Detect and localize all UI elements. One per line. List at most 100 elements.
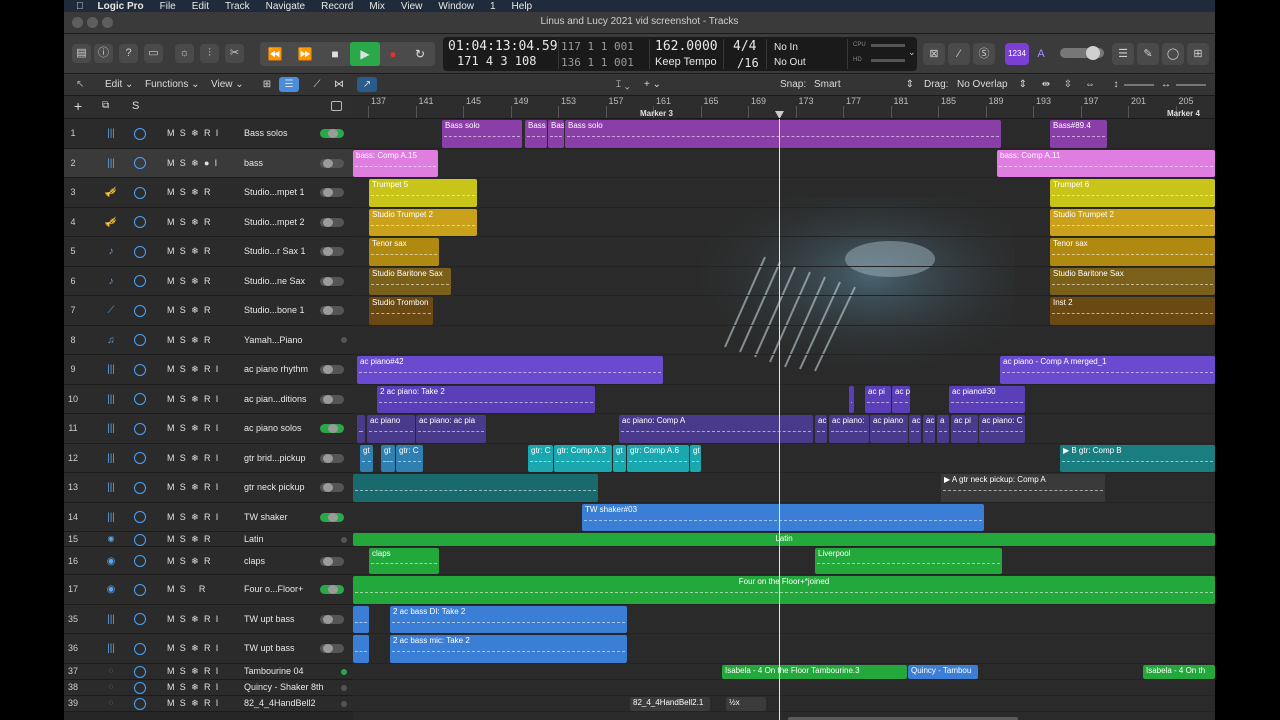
track-power-button[interactable] — [134, 613, 146, 626]
region[interactable]: 2 ac bass DI: Take 2 — [390, 605, 627, 633]
track-header[interactable]: 37 ◌ MS❄RI Tambourine 04 — [64, 663, 353, 680]
track-volume-fader[interactable] — [320, 556, 344, 566]
region[interactable]: ac pi — [951, 415, 978, 443]
region[interactable]: claps — [369, 548, 439, 574]
region[interactable]: 2 ac piano: Take 2 — [377, 385, 595, 413]
region[interactable]: Trumpet 6 — [1050, 179, 1215, 207]
snap-dropdown[interactable]: Smart ⇕ — [814, 79, 914, 90]
track-header[interactable]: 10 ||| MS❄RI ac pian...ditions — [64, 384, 353, 414]
functions-menu[interactable]: Functions ⌄ — [145, 79, 200, 90]
track-power-button[interactable] — [134, 665, 146, 678]
region[interactable]: Inst 2 — [1050, 297, 1215, 325]
track-name[interactable]: Studio...ne Sax — [244, 276, 305, 286]
notepad-icon[interactable]: ✎ — [1137, 43, 1159, 65]
region[interactable]: Studio Baritone Sax — [1050, 267, 1215, 295]
track-name[interactable]: TW shaker — [244, 512, 288, 522]
track-controls[interactable]: MS❄R — [167, 187, 216, 198]
fader-knob[interactable] — [322, 483, 333, 493]
track-volume-fader[interactable] — [320, 158, 344, 168]
region[interactable]: ac p — [892, 385, 910, 413]
region[interactable] — [353, 635, 369, 663]
track-volume-fader[interactable] — [320, 247, 344, 257]
fader-knob[interactable] — [322, 158, 333, 168]
track-name[interactable]: Studio...r Sax 1 — [244, 246, 306, 256]
track-controls[interactable]: MS❄R — [167, 305, 216, 316]
replace-icon[interactable]: ⊠ — [923, 43, 945, 65]
region[interactable]: a — [937, 415, 949, 443]
track-power-button[interactable] — [134, 363, 146, 376]
track-header[interactable]: 3 🎺 MS❄R Studio...mpet 1 — [64, 178, 353, 208]
chevron-down-icon[interactable]: ⌄ — [908, 47, 916, 58]
tempo-mode[interactable]: Keep Tempo — [655, 56, 717, 68]
fader-knob[interactable] — [322, 644, 333, 654]
menu-mix[interactable]: Mix — [361, 1, 393, 12]
fader-knob[interactable] — [322, 365, 333, 375]
track-volume-fader[interactable] — [320, 129, 344, 139]
region[interactable]: Bass solo — [442, 120, 522, 148]
region[interactable]: Studio Trumpet 2 — [1050, 208, 1215, 236]
track-power-button[interactable] — [134, 642, 146, 655]
region[interactable]: Tenor sax — [1050, 238, 1215, 266]
fader-knob[interactable] — [328, 512, 339, 522]
region[interactable]: Four on the Floor+*joined — [353, 576, 1215, 604]
menu-window[interactable]: Window — [430, 1, 482, 12]
track-volume-fader[interactable] — [320, 424, 344, 434]
region[interactable]: gt — [613, 444, 626, 472]
horizontal-zoom-icon[interactable]: ↔ — [1156, 77, 1176, 92]
menu-edit[interactable]: Edit — [184, 1, 217, 12]
region[interactable]: gtr: Comp A.6 — [627, 444, 689, 472]
track-power-button[interactable] — [134, 275, 146, 288]
rewind-button[interactable]: ⏪ — [260, 42, 290, 66]
pencil-tool-icon[interactable]: + ⌄ — [644, 79, 661, 90]
region[interactable]: ac piano#42 — [357, 356, 663, 384]
track-header[interactable]: 2 ||| MS❄●I bass — [64, 148, 353, 178]
track-power-button[interactable] — [134, 216, 146, 229]
region[interactable]: ½x — [726, 696, 766, 711]
region[interactable]: bass: Comp A.15 — [353, 149, 438, 177]
track-name[interactable]: Studio...mpet 1 — [244, 187, 305, 197]
track-controls[interactable]: MS❄RI — [167, 394, 224, 405]
editors-scissors-icon[interactable]: ✂ — [225, 44, 244, 63]
pointer-tool-icon[interactable]: 𝙸 ⌄ — [615, 79, 630, 90]
menu-help[interactable]: Help — [504, 1, 541, 12]
list-view-icon[interactable]: ☰ — [279, 77, 299, 92]
track-header[interactable]: 15 ◉ MS❄R Latin — [64, 532, 353, 547]
region[interactable]: Liverpool — [815, 548, 1002, 574]
region[interactable]: TW shaker#03 — [582, 503, 984, 531]
region[interactable]: Trumpet 5 — [369, 179, 477, 207]
track-controls[interactable]: MS❄RI — [167, 128, 224, 139]
region[interactable]: gtr: C — [528, 444, 553, 472]
forward-button[interactable]: ⏩ — [290, 42, 320, 66]
fader-knob[interactable] — [328, 424, 339, 434]
track-power-button[interactable] — [134, 393, 146, 406]
track-power-button[interactable] — [134, 681, 146, 694]
fader-knob[interactable] — [328, 129, 339, 139]
region[interactable]: ac — [923, 415, 935, 443]
region[interactable]: Studio Trombon — [369, 297, 433, 325]
region[interactable] — [357, 415, 365, 443]
master-volume-slider[interactable] — [1060, 46, 1104, 60]
fader-knob[interactable] — [322, 276, 333, 286]
vertical-zoom-icon[interactable]: ⇳ — [1058, 77, 1078, 92]
track-power-button[interactable] — [134, 533, 146, 546]
vertical-zoom-slider-icon[interactable]: ↕ — [1106, 77, 1126, 92]
region[interactable]: Bass#89.4 — [1050, 120, 1107, 148]
tempo-value[interactable]: 162.0000 — [655, 39, 718, 54]
track-power-button[interactable] — [134, 422, 146, 435]
track-power-button[interactable] — [134, 334, 146, 347]
automation-icon[interactable]: ⟋ — [307, 77, 327, 92]
track-name[interactable]: ac piano solos — [244, 423, 302, 433]
region[interactable]: ac piano — [870, 415, 908, 443]
track-power-button[interactable] — [134, 583, 146, 596]
track-header[interactable]: 13 ||| MS❄RI gtr neck pickup — [64, 473, 353, 503]
track-name[interactable]: ac pian...ditions — [244, 394, 307, 404]
inspector-icon[interactable]: ⓘ — [94, 44, 113, 63]
track-header[interactable]: 5 ♪ MS❄R Studio...r Sax 1 — [64, 237, 353, 267]
arrange-area[interactable]: Bass solo Bass Bas Bass solo Bass#89.4 bass: … — [353, 119, 1215, 720]
track-header[interactable]: 9 ||| MS❄RI ac piano rhythm — [64, 355, 353, 385]
track-header[interactable]: 6 ♪ MS❄R Studio...ne Sax — [64, 266, 353, 296]
volume-knob[interactable] — [1086, 46, 1100, 60]
region[interactable] — [353, 474, 598, 502]
track-controls[interactable]: MS❄RI — [167, 666, 224, 677]
view-menu[interactable]: View ⌄ — [211, 79, 244, 90]
